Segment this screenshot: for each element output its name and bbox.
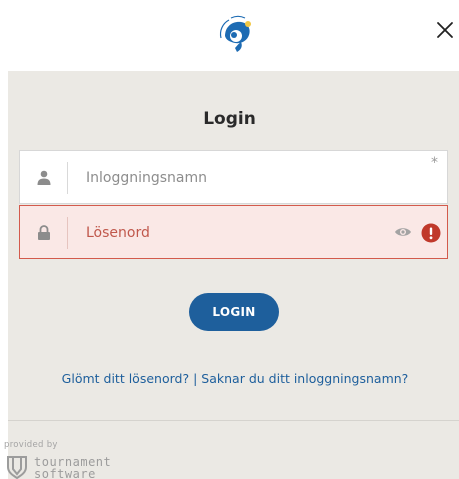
forgot-password-link[interactable]: Glömt ditt lösenord?: [62, 371, 189, 386]
brand-line-2: software: [34, 467, 96, 479]
login-panel: [8, 71, 459, 479]
field-separator: [67, 217, 68, 249]
error-icon: [421, 223, 441, 243]
login-button[interactable]: LOGIN: [189, 293, 279, 331]
eye-icon[interactable]: [394, 225, 412, 239]
username-field[interactable]: *: [19, 150, 448, 204]
required-mark: *: [431, 155, 438, 171]
login-page: Login * LOGIN Glömt ditt lösenord? |: [0, 0, 459, 479]
password-input[interactable]: [86, 218, 386, 248]
lock-icon: [38, 225, 50, 240]
badminton-sweden-logo: [216, 13, 258, 55]
missing-username-link[interactable]: Saknar du ditt inloggningsnamn?: [201, 371, 408, 386]
footer-divider: [8, 420, 459, 421]
field-separator: [67, 162, 68, 194]
provided-by-label: provided by: [4, 440, 58, 450]
help-links: Glömt ditt lösenord? | Saknar du ditt in…: [0, 371, 459, 386]
user-icon: [37, 170, 51, 185]
tournament-software-brand: tournament software: [34, 456, 111, 479]
page-title: Login: [203, 109, 256, 129]
close-icon[interactable]: [434, 19, 456, 41]
link-separator: |: [193, 371, 198, 386]
header: [0, 0, 459, 71]
tournament-software-logo-icon: [7, 456, 27, 479]
username-input[interactable]: [86, 163, 386, 193]
password-field[interactable]: [19, 205, 448, 259]
